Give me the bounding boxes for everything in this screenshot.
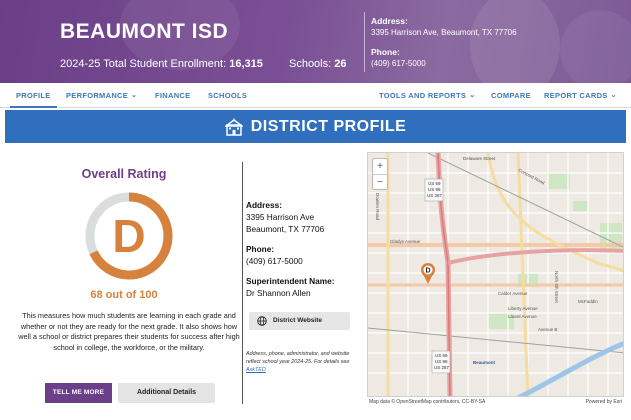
enrollment-value: 16,315: [229, 58, 263, 70]
map-label-liberty: Liberty Avenue: [508, 306, 538, 311]
map-label-delaware: Delaware Street: [463, 156, 496, 161]
globe-icon: [257, 316, 267, 326]
tab-profile[interactable]: PROFILE: [10, 83, 57, 108]
tab-compare-label: COMPARE: [491, 91, 531, 100]
tab-report-cards-label: REPORT CARDS: [544, 91, 608, 100]
tab-schools[interactable]: SCHOOLS: [208, 83, 247, 108]
map-label-avenue-b: Avenue B: [538, 327, 557, 332]
chevron-down-icon: ⌄: [131, 92, 138, 99]
overall-rating-title: Overall Rating: [81, 167, 167, 181]
map-canvas: US 69 US 96 US 287 US 69 US 96 US 287 De…: [368, 153, 623, 396]
map-label-us96-south: US 96: [435, 359, 448, 364]
zoom-in-button[interactable]: +: [373, 159, 387, 175]
header-background-shape: [560, 10, 631, 83]
zoom-out-button[interactable]: −: [373, 175, 387, 191]
tab-schools-label: SCHOOLS: [208, 91, 248, 100]
district-name: BEAUMONT ISD: [60, 20, 229, 43]
district-website-label: District Website: [273, 317, 323, 324]
address-label: Address:: [246, 200, 282, 210]
district-profile-banner: DISTRICT PROFILE: [5, 110, 626, 143]
info-note: Address, phone, administrator, and websi…: [246, 350, 360, 374]
district-map[interactable]: US 69 US 96 US 287 US 69 US 96 US 287 De…: [367, 152, 624, 397]
tab-tools-and-reports[interactable]: TOOLS AND REPORTS ⌄: [379, 83, 475, 108]
map-label-beaumont: Beaumont: [473, 360, 496, 365]
chevron-down-icon: ⌄: [610, 92, 617, 99]
district-website-button[interactable]: District Website: [249, 312, 350, 330]
tab-finance[interactable]: FINANCE: [155, 83, 190, 108]
additional-details-button[interactable]: Additional Details: [118, 383, 215, 403]
map-powered-by: Powered by Esri: [585, 399, 622, 405]
school-building-icon: [224, 118, 243, 136]
address-line2: Beaumont, TX 77706: [246, 224, 325, 234]
header-address: 3395 Harrison Ave, Beaumont, TX 77706: [371, 28, 517, 37]
map-label-laurel: Laurel Avenue: [508, 314, 537, 319]
page-title: DISTRICT PROFILE: [250, 118, 407, 135]
main-nav: PROFILE PERFORMANCE ⌄ FINANCE SCHOOLS TOO…: [0, 83, 631, 108]
map-attribution-text: Map data © OpenStreetMap contributors, C…: [369, 399, 486, 405]
score-text: 68 out of 100: [90, 289, 158, 301]
rating-description: This measures how much students are lear…: [18, 311, 240, 353]
superintendent-value: Dr Shannon Allen: [246, 288, 311, 298]
map-label-calder: Calder Avenue: [498, 291, 528, 296]
map-zoom-control: + −: [372, 158, 388, 190]
map-attribution: Map data © OpenStreetMap contributors, C…: [367, 397, 624, 407]
district-info: Address: 3395 Harrison Ave Beaumont, TX …: [246, 199, 361, 299]
map-label-us287-south: US 287: [434, 365, 450, 370]
grade-letter: D: [112, 210, 146, 262]
map-label-us96: US 96: [428, 187, 441, 192]
tab-performance-label: PERFORMANCE: [66, 91, 129, 100]
enrollment-label: 2024-25 Total Student Enrollment:: [60, 58, 227, 70]
tab-report-cards[interactable]: REPORT CARDS ⌄: [544, 83, 617, 108]
phone-value: (409) 617-5000: [246, 256, 303, 266]
note-text: Address, phone, administrator, and websi…: [246, 351, 350, 365]
map-label-mcfaddin: McFaddin: [578, 299, 598, 304]
header-phone-label: Phone:: [371, 47, 400, 57]
enrollment-summary: 2024-25 Total Student Enrollment: 16,315…: [60, 58, 347, 70]
header-contact: Address: 3395 Harrison Ave, Beaumont, TX…: [371, 16, 517, 69]
schools-value: 26: [334, 58, 347, 70]
tab-performance[interactable]: PERFORMANCE ⌄: [66, 83, 137, 108]
header-phone: (409) 617-5000: [371, 59, 426, 68]
superintendent-label: Superintendent Name:: [246, 276, 335, 286]
marker-label: D: [425, 268, 430, 275]
address-line1: 3395 Harrison Ave: [246, 212, 315, 222]
district-location-marker[interactable]: D: [421, 263, 435, 284]
header-divider: [364, 12, 365, 72]
column-divider: [242, 162, 243, 404]
phone-label: Phone:: [246, 244, 275, 254]
map-label-concord: Concord Road: [518, 167, 546, 185]
map-label-gladys: Gladys Avenue: [390, 239, 421, 244]
header-address-label: Address:: [371, 16, 408, 26]
tab-compare[interactable]: COMPARE: [491, 83, 531, 108]
map-label-dowlen: Dowlen Road: [375, 193, 380, 221]
map-label-us287: US 287: [427, 193, 443, 198]
map-label-north-4th: North 4th Street: [554, 271, 559, 304]
map-label-us69: US 69: [428, 181, 441, 186]
askted-link[interactable]: AskTED: [246, 367, 266, 373]
map-label-us69-south: US 69: [435, 353, 448, 358]
tab-profile-label: PROFILE: [16, 91, 51, 100]
schools-label: Schools:: [288, 58, 332, 70]
district-header: BEAUMONT ISD 2024-25 Total Student Enrol…: [0, 0, 631, 83]
tab-finance-label: FINANCE: [155, 91, 191, 100]
tab-tools-label: TOOLS AND REPORTS: [379, 91, 467, 100]
chevron-down-icon: ⌄: [469, 92, 476, 99]
tell-me-more-button[interactable]: TELL ME MORE: [45, 383, 112, 403]
